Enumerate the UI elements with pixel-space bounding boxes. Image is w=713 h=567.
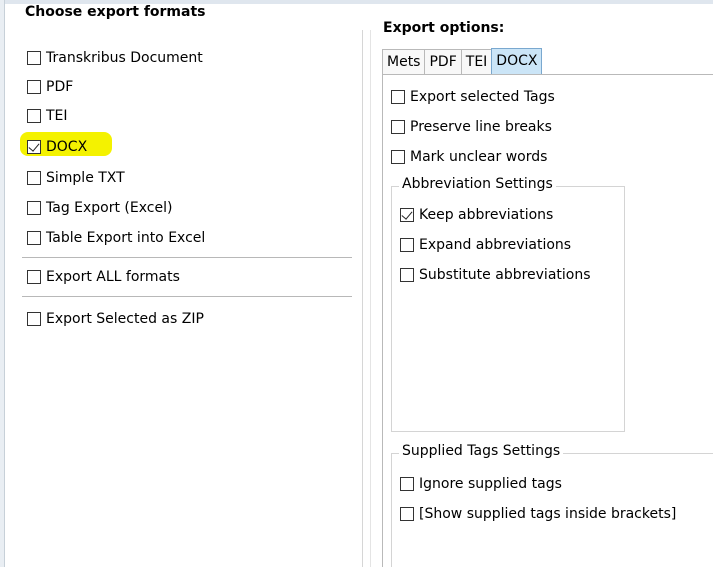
option-label: [Show supplied tags inside brackets] <box>419 506 677 522</box>
tab-mets[interactable]: Mets <box>382 49 426 74</box>
options-tabs: Mets PDF TEI DOCX <box>382 48 543 74</box>
option-label: Ignore supplied tags <box>419 476 562 492</box>
option-mark-unclear-words[interactable]: Mark unclear words <box>391 146 547 168</box>
checkbox[interactable] <box>400 238 414 252</box>
checkbox[interactable] <box>27 201 41 215</box>
checkbox[interactable] <box>27 80 41 94</box>
option-label: Expand abbreviations <box>419 237 572 253</box>
checkbox-checked[interactable] <box>27 140 41 154</box>
format-pdf[interactable]: PDF <box>27 76 73 98</box>
format-label: Table Export into Excel <box>46 230 206 246</box>
format-tei[interactable]: TEI <box>27 105 68 127</box>
option-export-selected-tags[interactable]: Export selected Tags <box>391 86 555 108</box>
checkbox[interactable] <box>27 51 41 65</box>
checkbox[interactable] <box>27 109 41 123</box>
format-label: PDF <box>46 79 74 95</box>
option-keep-abbreviations[interactable]: Keep abbreviations <box>400 204 553 226</box>
option-preserve-line-breaks[interactable]: Preserve line breaks <box>391 116 552 138</box>
checkbox[interactable] <box>400 507 414 521</box>
format-docx[interactable]: DOCX <box>27 136 87 158</box>
window-left-border <box>0 0 5 567</box>
checkbox[interactable] <box>27 171 41 185</box>
option-expand-abbreviations[interactable]: Expand abbreviations <box>400 234 571 256</box>
option-label: Substitute abbreviations <box>419 267 591 283</box>
supplied-tags-settings-title: Supplied Tags Settings <box>399 443 564 459</box>
format-label: DOCX <box>46 139 88 155</box>
checkbox[interactable] <box>27 312 41 326</box>
export-all-label: Export ALL formats <box>46 269 180 285</box>
checkbox[interactable] <box>391 90 405 104</box>
tab-docx[interactable]: DOCX <box>491 48 543 74</box>
export-options-header: Export options: <box>383 20 505 36</box>
format-table-export[interactable]: Table Export into Excel <box>27 227 205 249</box>
abbreviation-settings-title: Abbreviation Settings <box>399 176 556 192</box>
checkbox[interactable] <box>27 270 41 284</box>
format-tag-export[interactable]: Tag Export (Excel) <box>27 197 172 219</box>
format-label: Transkribus Document <box>46 50 203 66</box>
export-selected-zip[interactable]: Export Selected as ZIP <box>27 308 204 330</box>
option-label: Keep abbreviations <box>419 207 554 223</box>
format-label: Tag Export (Excel) <box>46 200 173 216</box>
panel-divider <box>362 30 363 567</box>
checkbox[interactable] <box>391 150 405 164</box>
separator <box>22 296 352 297</box>
checkbox[interactable] <box>27 231 41 245</box>
option-label: Export selected Tags <box>410 89 555 105</box>
option-label: Mark unclear words <box>410 149 548 165</box>
checkbox[interactable] <box>400 268 414 282</box>
tab-pdf[interactable]: PDF <box>424 49 462 74</box>
separator <box>22 257 352 258</box>
checkbox-checked[interactable] <box>400 208 414 222</box>
checkbox[interactable] <box>400 477 414 491</box>
option-show-supplied-tags-brackets[interactable]: [Show supplied tags inside brackets] <box>400 503 676 525</box>
tab-tei[interactable]: TEI <box>460 49 493 74</box>
option-substitute-abbreviations[interactable]: Substitute abbreviations <box>400 264 591 286</box>
export-all-formats[interactable]: Export ALL formats <box>27 266 180 288</box>
format-simple-txt[interactable]: Simple TXT <box>27 167 125 189</box>
panel-divider <box>370 30 371 567</box>
format-label: Simple TXT <box>46 170 125 186</box>
export-zip-label: Export Selected as ZIP <box>46 311 204 327</box>
option-label: Preserve line breaks <box>410 119 552 135</box>
format-transkribus[interactable]: Transkribus Document <box>27 47 203 69</box>
format-label: TEI <box>46 108 68 124</box>
checkbox[interactable] <box>391 120 405 134</box>
option-ignore-supplied-tags[interactable]: Ignore supplied tags <box>400 473 562 495</box>
export-formats-header: Choose export formats <box>25 4 206 20</box>
